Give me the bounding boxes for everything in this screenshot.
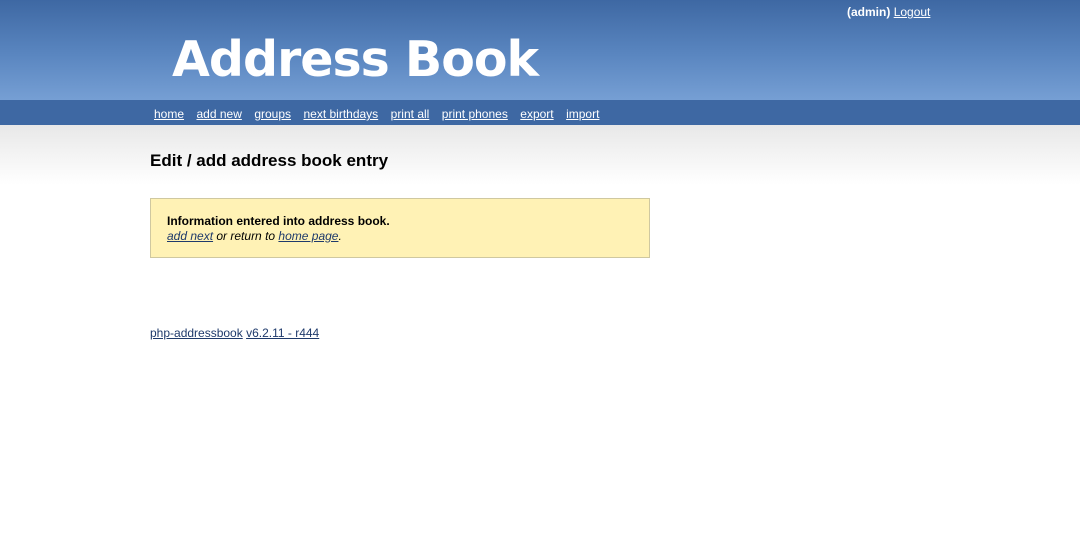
home-page-link[interactable]: home page <box>278 229 338 243</box>
nav-link-import[interactable]: import <box>566 107 599 121</box>
nav-link-export[interactable]: export <box>520 107 553 121</box>
footer-app-link[interactable]: php-addressbook <box>150 326 243 340</box>
add-next-link[interactable]: add next <box>167 229 213 243</box>
footer-version-link[interactable]: v6.2.11 - r444 <box>246 326 319 340</box>
logout-link[interactable]: Logout <box>894 5 931 19</box>
nav-link-print-phones[interactable]: print phones <box>442 107 508 121</box>
nav-menu: home add new groups next birthdays print… <box>154 105 607 123</box>
app-logo: Address Book <box>172 31 539 88</box>
info-message-end-text: . <box>338 229 342 243</box>
info-message-links: add next or return to home page. <box>167 229 633 244</box>
nav-bar: home add new groups next birthdays print… <box>0 100 1080 125</box>
nav-link-groups[interactable]: groups <box>254 107 291 121</box>
info-message-box: Information entered into address book. a… <box>150 198 650 258</box>
footer: php-addressbook v6.2.11 - r444 <box>150 326 319 340</box>
current-user: (admin) <box>847 5 891 19</box>
info-message-title: Information entered into address book. <box>167 214 390 228</box>
user-bar: (admin) Logout <box>847 5 930 19</box>
info-message-middle-text: or return to <box>213 229 279 243</box>
page-title: Edit / add address book entry <box>150 151 389 170</box>
header-banner: (admin) Logout Address Book <box>0 0 1080 100</box>
nav-link-next-birthdays[interactable]: next birthdays <box>303 107 378 121</box>
nav-link-print-all[interactable]: print all <box>391 107 430 121</box>
nav-link-add-new[interactable]: add new <box>196 107 241 121</box>
nav-link-home[interactable]: home <box>154 107 184 121</box>
